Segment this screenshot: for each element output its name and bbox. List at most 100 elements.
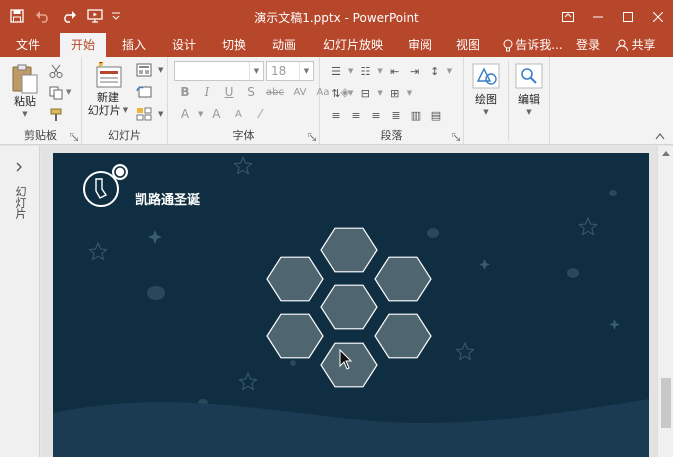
format-painter-button[interactable] <box>48 107 64 123</box>
scroll-thumb[interactable] <box>661 378 671 428</box>
tell-me-box[interactable]: 告诉我... <box>500 33 566 57</box>
underline-icon[interactable]: U <box>220 85 238 99</box>
title-bar: 演示文稿1.pptx - PowerPoint <box>0 0 673 33</box>
chevron-down-icon[interactable]: ▼ <box>198 110 203 118</box>
scroll-up-icon[interactable] <box>661 149 671 157</box>
justify-icon[interactable]: ≣ <box>388 107 404 123</box>
tab-view[interactable]: 视图 <box>448 33 488 57</box>
slide[interactable]: 凯路通圣诞 <box>53 153 649 457</box>
tab-file[interactable]: 文件 <box>4 33 52 57</box>
layout-button[interactable]: ▼ <box>136 63 163 77</box>
font-color-icon[interactable]: A <box>176 107 194 121</box>
collapse-ribbon-icon[interactable] <box>655 132 665 140</box>
hexagon-shape[interactable] <box>266 256 324 302</box>
text-direction-icon[interactable]: ⇅ <box>328 85 344 101</box>
strikethrough-icon[interactable]: abc <box>264 87 286 98</box>
chevron-down-icon[interactable]: ▼ <box>407 89 412 97</box>
maximize-button[interactable] <box>613 0 643 33</box>
dialog-launcher-icon[interactable] <box>308 133 316 141</box>
user-icon <box>616 39 629 51</box>
new-slide-button[interactable]: 新建 幻灯片 ▼ <box>86 61 130 117</box>
font-size-value: 18 <box>271 64 287 78</box>
align-left-icon[interactable]: ≡ <box>328 107 344 123</box>
distributed-icon[interactable]: ▤ <box>428 107 444 123</box>
tab-animations[interactable]: 动画 <box>264 33 304 57</box>
vertical-scrollbar[interactable] <box>657 146 673 457</box>
ribbon-display-options-button[interactable] <box>553 0 583 33</box>
columns-icon[interactable]: ▥ <box>408 107 424 123</box>
align-text-icon[interactable]: ⊟ <box>357 85 373 101</box>
expand-pane-icon[interactable] <box>15 162 23 172</box>
chevron-down-icon: ▼ <box>483 108 489 116</box>
tab-slideshow[interactable]: 幻灯片放映 <box>318 33 388 57</box>
cut-button[interactable] <box>48 63 64 79</box>
numbering-icon[interactable]: ☷ <box>357 63 373 79</box>
chevron-down-icon[interactable]: ▼ <box>66 88 71 96</box>
editing-button[interactable]: 编辑 ▼ <box>513 63 545 119</box>
align-right-icon[interactable]: ≡ <box>368 107 384 123</box>
hexagon-shape[interactable] <box>320 342 378 388</box>
thumbnail-pane-label[interactable]: 幻灯片 <box>12 186 27 219</box>
hexagon-shape[interactable] <box>374 256 432 302</box>
sign-in-link[interactable]: 登录 <box>570 33 606 57</box>
reset-icon <box>136 86 152 98</box>
hexagon-shape[interactable] <box>374 313 432 359</box>
chevron-down-icon: ▼ <box>22 110 28 118</box>
tab-transitions[interactable]: 切换 <box>214 33 254 57</box>
paste-button[interactable]: 粘贴 ▼ <box>8 63 42 121</box>
text-highlight-icon[interactable]: ⁄ <box>251 107 269 121</box>
italic-icon[interactable]: I <box>198 85 216 99</box>
drawing-group: 绘图 ▼ <box>464 57 508 145</box>
bullets-icon[interactable]: ☰ <box>328 63 344 79</box>
chevron-down-icon[interactable]: ▼ <box>447 67 452 75</box>
slide-title[interactable]: 凯路通圣诞 <box>135 189 200 208</box>
increase-font-size-icon[interactable]: A <box>207 107 225 121</box>
character-spacing-icon[interactable]: AV <box>290 87 310 98</box>
tab-home[interactable]: 开始 <box>60 33 106 57</box>
line-spacing-icon[interactable]: ↕ <box>427 63 443 79</box>
font-color-row: A ▼ A A ⁄ <box>176 107 269 121</box>
paste-icon <box>12 64 38 94</box>
tab-insert[interactable]: 插入 <box>114 33 154 57</box>
minimize-button[interactable] <box>583 0 613 33</box>
font-size-combo[interactable]: 18 ▼ <box>266 61 314 81</box>
tab-design[interactable]: 设计 <box>164 33 204 57</box>
bold-icon[interactable]: B <box>176 85 194 99</box>
dialog-launcher-icon[interactable] <box>70 133 78 141</box>
increase-indent-icon[interactable]: ⇥ <box>407 63 423 79</box>
text-shadow-icon[interactable]: S <box>242 85 260 99</box>
decrease-indent-icon[interactable]: ⇤ <box>387 63 403 79</box>
tab-review[interactable]: 审阅 <box>400 33 440 57</box>
section-button[interactable]: ▼ <box>136 107 163 121</box>
align-center-icon[interactable]: ≡ <box>348 107 364 123</box>
chevron-down-icon[interactable]: ▼ <box>249 62 263 80</box>
share-button[interactable]: 共享 <box>610 33 662 57</box>
font-name-combo[interactable]: ▼ <box>174 61 264 81</box>
new-slide-label-line1: 新建 <box>97 91 119 104</box>
smartart-icon[interactable]: ⊞ <box>387 85 403 101</box>
chevron-down-icon: ▼ <box>122 106 129 114</box>
chevron-down-icon: ▼ <box>158 110 164 118</box>
copy-button[interactable] <box>48 85 64 101</box>
chevron-down-icon[interactable]: ▼ <box>348 67 353 75</box>
layout-icon <box>136 63 152 77</box>
ribbon-home: 粘贴 ▼ ▼ 剪贴板 新建 幻灯片 ▼ ▼ ▼ 幻灯片 ▼ 18 ▼ B I U… <box>0 57 673 145</box>
close-button[interactable] <box>643 0 673 33</box>
close-icon <box>653 11 663 22</box>
lightbulb-icon <box>503 39 513 51</box>
decrease-font-size-icon[interactable]: A <box>229 109 247 120</box>
chevron-down-icon[interactable]: ▼ <box>377 67 382 75</box>
chevron-down-icon[interactable]: ▼ <box>348 89 353 97</box>
hexagon-shape[interactable] <box>266 313 324 359</box>
hexagon-shape[interactable] <box>320 284 378 330</box>
ribbon-tabs: 文件 开始 插入 设计 切换 动画 幻灯片放映 审阅 视图 告诉我... 登录 … <box>0 33 673 57</box>
drawing-button[interactable]: 绘图 ▼ <box>470 63 502 119</box>
reset-slide-button[interactable] <box>136 85 152 99</box>
dialog-launcher-icon[interactable] <box>452 133 460 141</box>
paragraph-group: ☰ ▼ ☷ ▼ ⇤ ⇥ ↕ ▼ ⇅ ▼ ⊟ ▼ ⊞ ▼ ≡ ≡ ≡ ≣ ▥ ▤ … <box>320 57 464 145</box>
hexagon-shape[interactable] <box>320 227 378 273</box>
editing-group: 编辑 ▼ <box>508 57 550 145</box>
chevron-down-icon[interactable]: ▼ <box>299 62 313 80</box>
paragraph-row-3: ≡ ≡ ≡ ≣ ▥ ▤ <box>328 107 444 123</box>
chevron-down-icon[interactable]: ▼ <box>377 89 382 97</box>
